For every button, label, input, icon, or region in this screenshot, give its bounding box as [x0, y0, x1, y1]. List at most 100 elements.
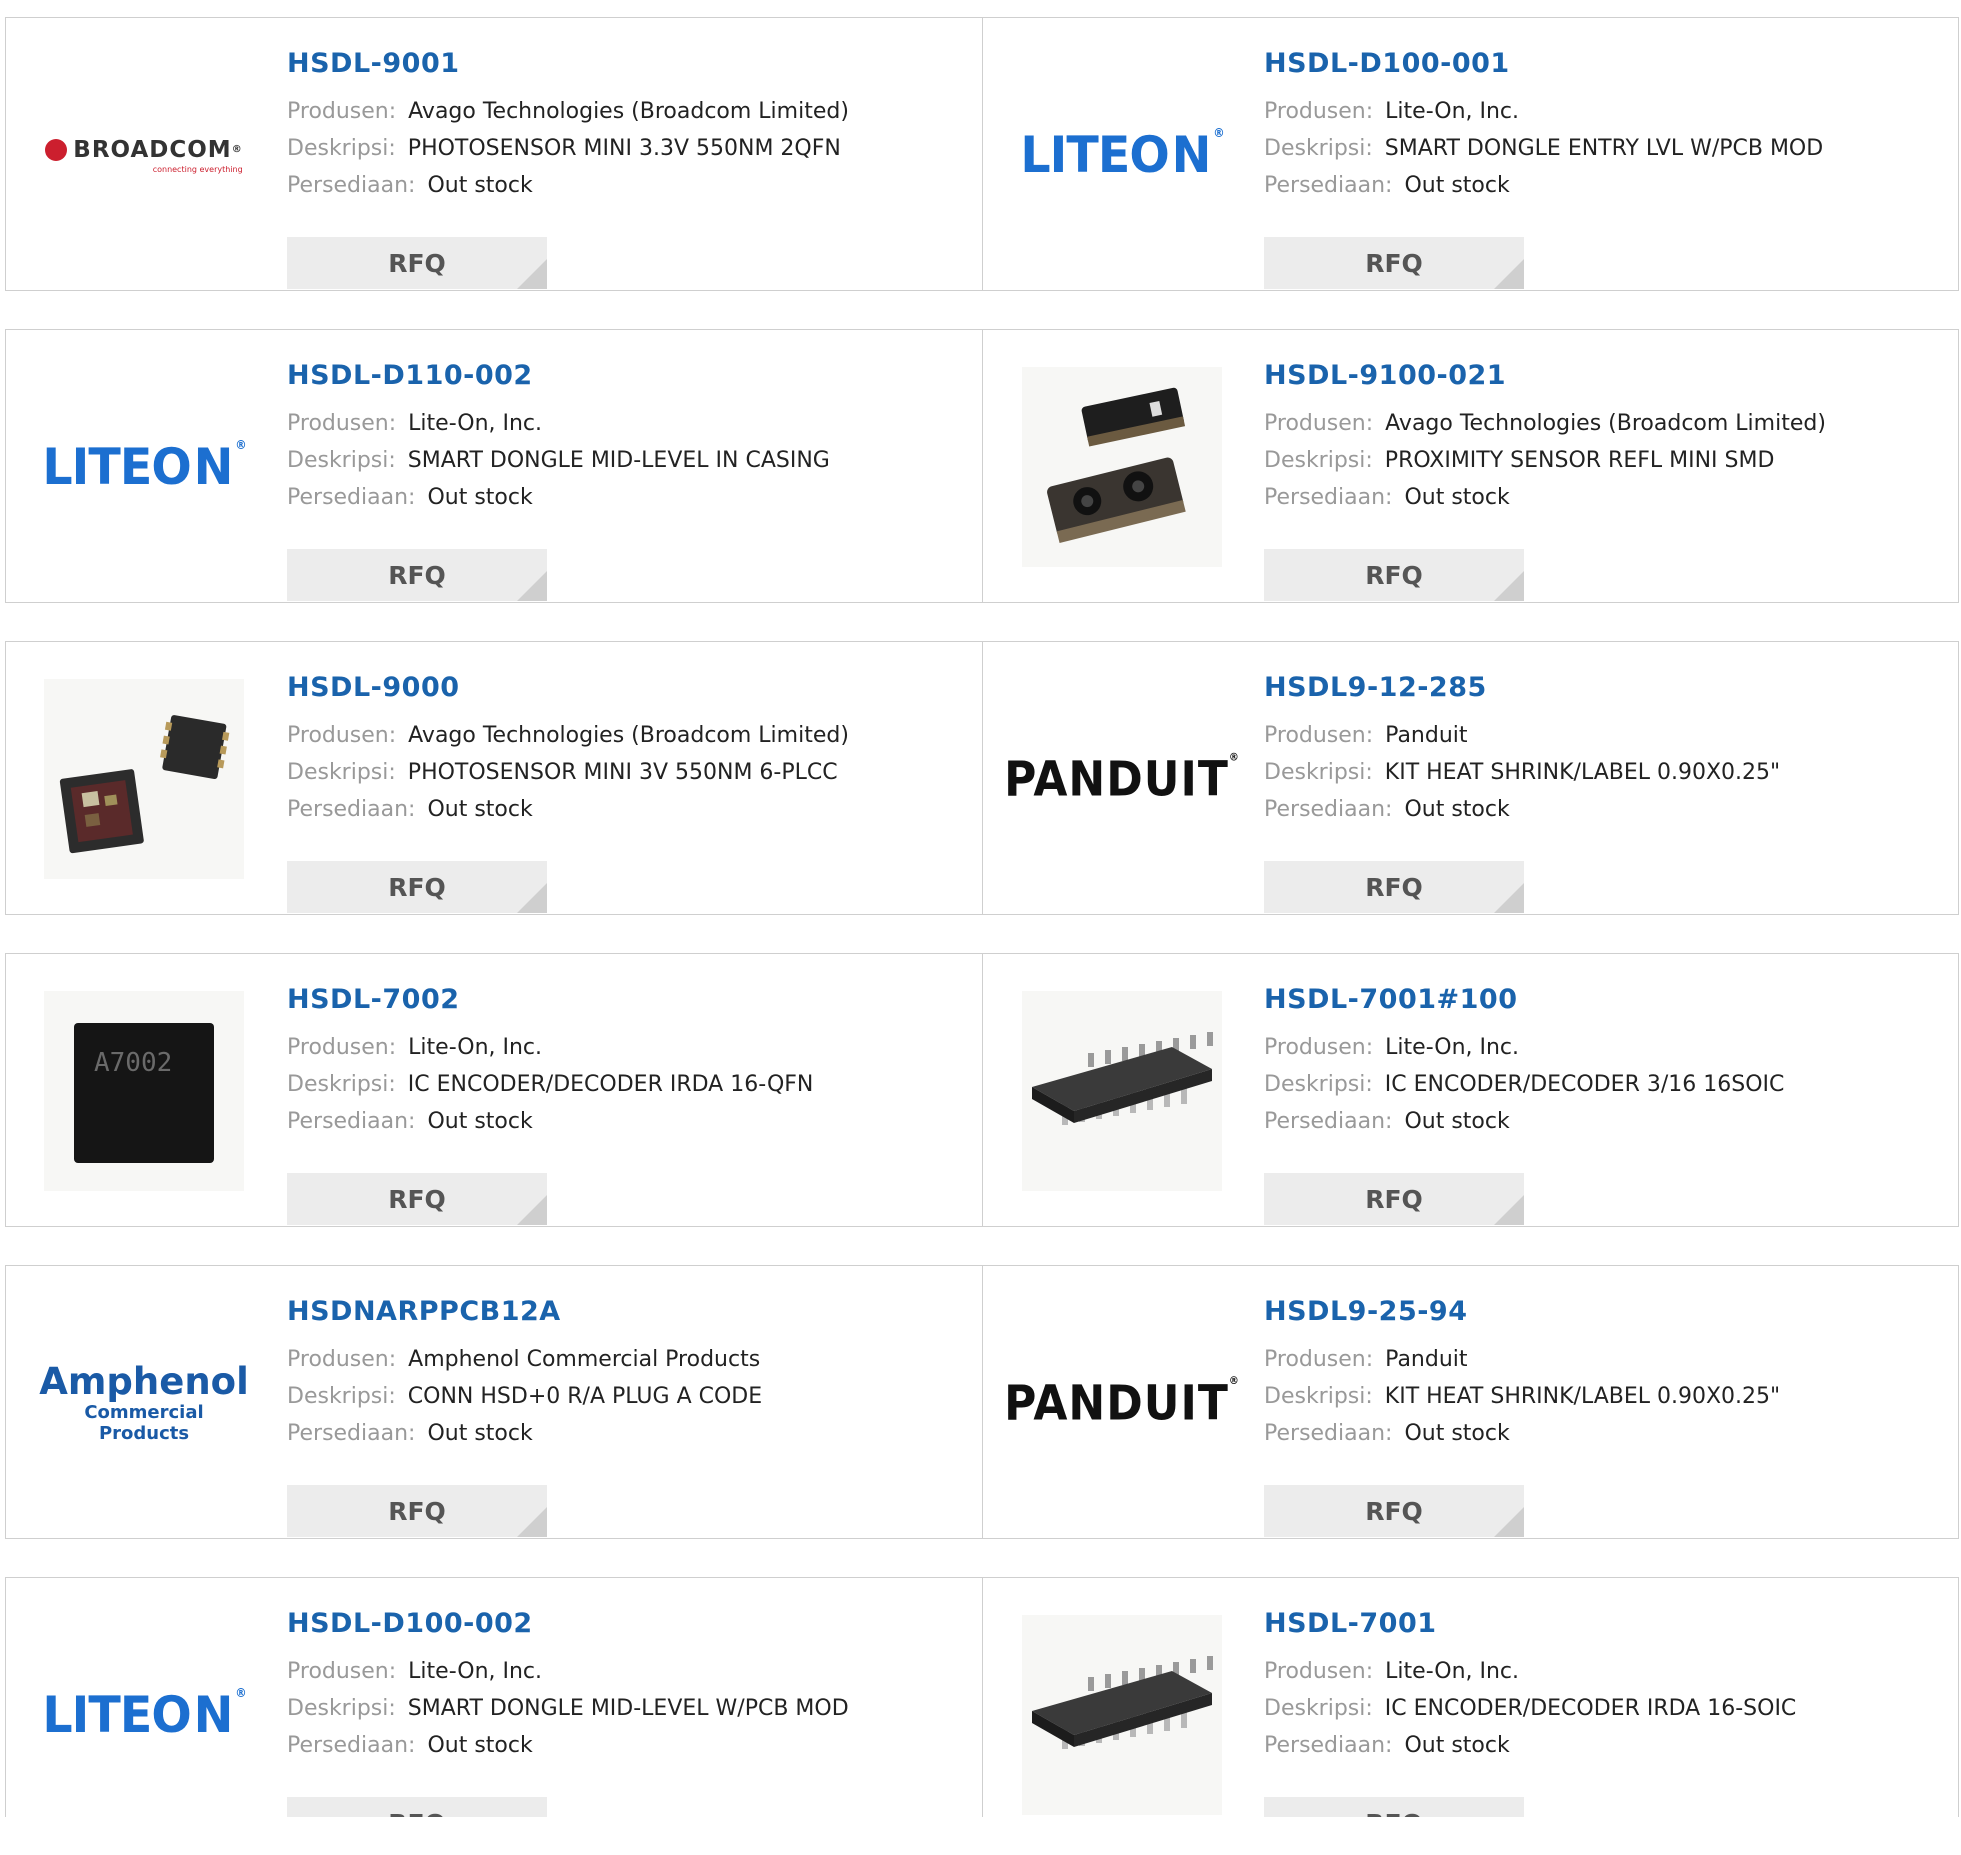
- part-number-link[interactable]: HSDL-7001: [1264, 1608, 1944, 1640]
- product-thumbnail[interactable]: LITEON®: [1020, 55, 1224, 255]
- description-label: Deskripsi:: [287, 448, 396, 473]
- product-thumbnail[interactable]: PANDUIT®: [1004, 1303, 1239, 1503]
- rfq-button[interactable]: RFQ: [1264, 861, 1524, 913]
- description-line: Deskripsi: SMART DONGLE MID-LEVEL IN CASI…: [287, 442, 967, 479]
- product-card: PANDUIT® HSDL9-25-94 Produsen: Panduit De…: [982, 1265, 1959, 1539]
- rfq-button[interactable]: RFQ: [287, 1797, 547, 1817]
- description-line: Deskripsi: CONN HSD+0 R/A PLUG A CODE: [287, 1378, 967, 1415]
- product-thumbnail[interactable]: [1022, 367, 1222, 567]
- manufacturer-value: Avago Technologies (Broadcom Limited): [1385, 411, 1826, 436]
- product-thumbnail[interactable]: Amphenol Commercial Products: [39, 1303, 249, 1503]
- product-thumbnail[interactable]: [1022, 1615, 1222, 1815]
- manufacturer-value: Avago Technologies (Broadcom Limited): [408, 723, 849, 748]
- qfn-chip-photo: A7002: [44, 991, 244, 1191]
- product-card: HSDL-7001 Produsen: Lite-On, Inc. Deskrip…: [982, 1577, 1959, 1817]
- liteon-logo: LITEON®: [42, 438, 246, 496]
- rfq-button[interactable]: RFQ: [1264, 1485, 1524, 1537]
- manufacturer-label: Produsen:: [287, 1347, 397, 1372]
- corner-triangle-icon: [1494, 259, 1524, 289]
- part-number-link[interactable]: HSDL-D110-002: [287, 360, 967, 392]
- corner-triangle-icon: [1494, 1507, 1524, 1537]
- product-info: HSDL-D110-002 Produsen: Lite-On, Inc. Des…: [287, 360, 967, 601]
- description-value: PROXIMITY SENSOR REFL MINI SMD: [1384, 448, 1775, 473]
- description-value: PHOTOSENSOR MINI 3V 550NM 6-PLCC: [407, 760, 838, 785]
- stock-line: Persediaan: Out stock: [287, 1727, 967, 1764]
- corner-triangle-icon: [517, 1507, 547, 1537]
- rfq-button[interactable]: RFQ: [287, 1485, 547, 1537]
- manufacturer-label: Produsen:: [287, 723, 397, 748]
- manufacturer-line: Produsen: Amphenol Commercial Products: [287, 1341, 967, 1378]
- description-label: Deskripsi:: [287, 1072, 396, 1097]
- rfq-label: RFQ: [388, 1809, 446, 1818]
- rfq-label: RFQ: [1365, 872, 1423, 902]
- product-thumbnail[interactable]: BROADCOM ® connecting everything: [44, 55, 244, 255]
- part-number-link[interactable]: HSDL9-25-94: [1264, 1296, 1944, 1328]
- rfq-label: RFQ: [1365, 1809, 1423, 1818]
- description-value: IC ENCODER/DECODER 3/16 16SOIC: [1384, 1072, 1785, 1097]
- manufacturer-label: Produsen:: [1264, 99, 1374, 124]
- rfq-button[interactable]: RFQ: [1264, 1173, 1524, 1225]
- product-thumbnail[interactable]: LITEON®: [42, 1615, 246, 1815]
- description-value: CONN HSD+0 R/A PLUG A CODE: [407, 1384, 763, 1409]
- rfq-button[interactable]: RFQ: [287, 549, 547, 601]
- description-line: Deskripsi: KIT HEAT SHRINK/LABEL 0.90X0.2…: [1264, 1378, 1944, 1415]
- manufacturer-line: Produsen: Panduit: [1264, 717, 1944, 754]
- description-value: SMART DONGLE MID-LEVEL W/PCB MOD: [407, 1696, 849, 1721]
- part-number-link[interactable]: HSDL-7002: [287, 984, 967, 1016]
- chip-marking: A7002: [94, 1048, 172, 1078]
- product-row: LITEON® HSDL-D100-002 Produsen: Lite-On, …: [5, 1577, 1959, 1817]
- stock-label: Persediaan:: [287, 1421, 416, 1446]
- description-line: Deskripsi: KIT HEAT SHRINK/LABEL 0.90X0.2…: [1264, 754, 1944, 791]
- part-number-link[interactable]: HSDL-9000: [287, 672, 967, 704]
- product-card: A7002 HSDL-7002 Produsen: Lite-On, Inc. D…: [5, 953, 983, 1227]
- rfq-button[interactable]: RFQ: [1264, 237, 1524, 289]
- stock-line: Persediaan: Out stock: [287, 167, 967, 204]
- corner-triangle-icon: [517, 259, 547, 289]
- product-thumbnail[interactable]: LITEON®: [42, 367, 246, 567]
- product-thumbnail[interactable]: [44, 679, 244, 879]
- product-row: HSDL-9000 Produsen: Avago Technologies (B…: [5, 641, 1959, 915]
- product-row: BROADCOM ® connecting everything HSDL-900…: [5, 17, 1959, 291]
- product-card: HSDL-9000 Produsen: Avago Technologies (B…: [5, 641, 983, 915]
- description-value: PHOTOSENSOR MINI 3.3V 550NM 2QFN: [407, 136, 841, 161]
- product-thumbnail[interactable]: PANDUIT®: [1004, 679, 1239, 879]
- part-number-link[interactable]: HSDL-D100-001: [1264, 48, 1944, 80]
- part-number-link[interactable]: HSDNARPPCB12A: [287, 1296, 967, 1328]
- rfq-label: RFQ: [1365, 560, 1423, 590]
- description-line: Deskripsi: IC ENCODER/DECODER IRDA 16-QFN: [287, 1066, 967, 1103]
- manufacturer-label: Produsen:: [1264, 723, 1374, 748]
- stock-value: Out stock: [1404, 1109, 1510, 1134]
- product-thumbnail[interactable]: A7002: [44, 991, 244, 1191]
- manufacturer-line: Produsen: Panduit: [1264, 1341, 1944, 1378]
- product-info: HSDL-D100-002 Produsen: Lite-On, Inc. Des…: [287, 1608, 967, 1817]
- manufacturer-line: Produsen: Lite-On, Inc.: [1264, 1653, 1944, 1690]
- description-value: KIT HEAT SHRINK/LABEL 0.90X0.25": [1384, 1384, 1781, 1409]
- product-thumbnail[interactable]: [1022, 991, 1222, 1191]
- rfq-button[interactable]: RFQ: [1264, 1797, 1524, 1817]
- rfq-button[interactable]: RFQ: [287, 861, 547, 913]
- stock-label: Persediaan:: [1264, 1109, 1393, 1134]
- part-number-link[interactable]: HSDL-7001#100: [1264, 984, 1944, 1016]
- manufacturer-value: Lite-On, Inc.: [1385, 1659, 1520, 1684]
- stock-label: Persediaan:: [1264, 1733, 1393, 1758]
- description-label: Deskripsi:: [1264, 136, 1373, 161]
- rfq-button[interactable]: RFQ: [1264, 549, 1524, 601]
- rfq-label: RFQ: [388, 1184, 446, 1214]
- stock-label: Persediaan:: [287, 485, 416, 510]
- rfq-button[interactable]: RFQ: [287, 237, 547, 289]
- photosensor-chip-photo: [44, 679, 244, 879]
- part-number-link[interactable]: HSDL-9001: [287, 48, 967, 80]
- part-number-link[interactable]: HSDL-9100-021: [1264, 360, 1944, 392]
- description-label: Deskripsi:: [1264, 1696, 1373, 1721]
- part-number-link[interactable]: HSDL-D100-002: [287, 1608, 967, 1640]
- product-card: HSDL-9100-021 Produsen: Avago Technologie…: [982, 329, 1959, 603]
- part-number-link[interactable]: HSDL9-12-285: [1264, 672, 1944, 704]
- manufacturer-label: Produsen:: [1264, 411, 1374, 436]
- liteon-logo: LITEON®: [1020, 126, 1224, 184]
- stock-line: Persediaan: Out stock: [1264, 791, 1944, 828]
- proximity-sensor-photo: [1022, 367, 1222, 567]
- manufacturer-line: Produsen: Lite-On, Inc.: [1264, 1029, 1944, 1066]
- panduit-logo: PANDUIT®: [1004, 750, 1240, 808]
- description-value: SMART DONGLE ENTRY LVL W/PCB MOD: [1384, 136, 1824, 161]
- rfq-button[interactable]: RFQ: [287, 1173, 547, 1225]
